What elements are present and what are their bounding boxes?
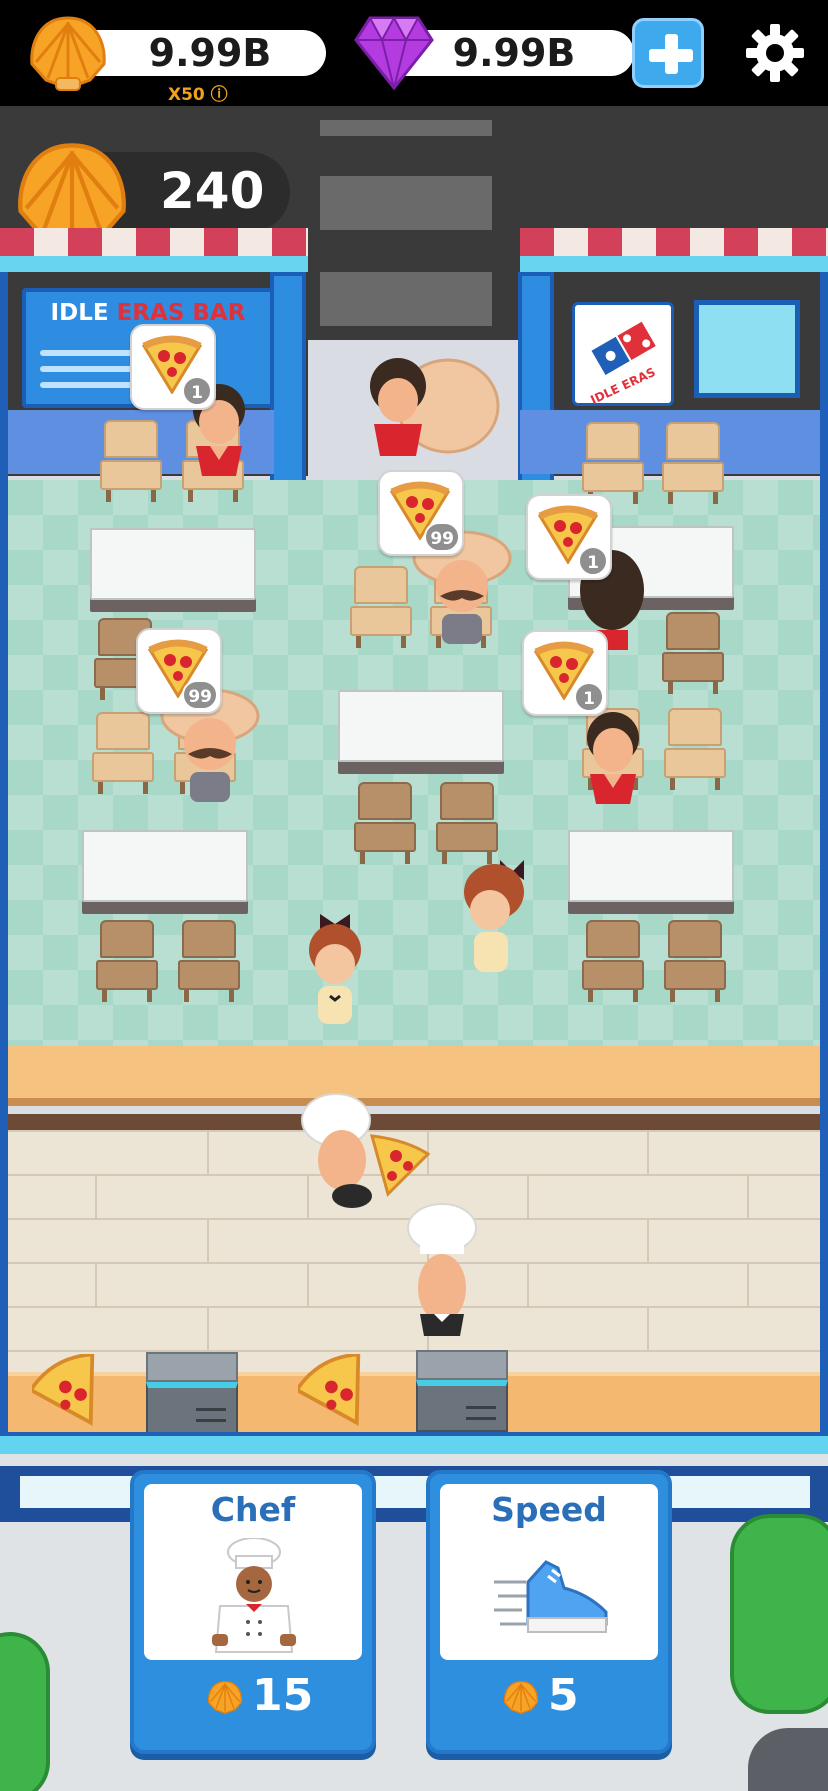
- wall: [820, 272, 828, 482]
- shell-icon: [503, 1680, 539, 1715]
- chair: [582, 920, 644, 1002]
- add-gems-button[interactable]: [632, 18, 704, 88]
- card-title: Chef: [210, 1490, 296, 1529]
- awning-right: [520, 228, 828, 256]
- gear-icon[interactable]: [744, 22, 806, 84]
- order-count: 1: [574, 682, 604, 712]
- chair: [436, 782, 498, 864]
- cost-row: 15: [134, 1670, 372, 1726]
- sign-title-part1: IDLE: [50, 300, 109, 326]
- speed-upgrade-button[interactable]: Speed 5: [426, 1470, 672, 1754]
- pillar: [270, 272, 306, 488]
- chair: [582, 422, 644, 504]
- card-title: Speed: [491, 1490, 607, 1529]
- income-multiplier[interactable]: X50 ⓘ: [168, 80, 228, 105]
- chair: [662, 612, 724, 694]
- customer[interactable]: [360, 356, 500, 466]
- chef-upgrade-button[interactable]: Chef 15: [130, 1470, 376, 1754]
- crosswalk-stripe: [320, 120, 492, 136]
- order-count: 1: [578, 546, 608, 576]
- waitress[interactable]: [454, 852, 534, 982]
- crosswalk-stripe: [320, 176, 492, 230]
- dining-table[interactable]: [90, 528, 256, 600]
- pizza-oven[interactable]: [146, 1352, 238, 1434]
- crosswalk-stripe: [320, 272, 492, 326]
- top-currency-bar: 9.99B X50 ⓘ 9.99B: [0, 0, 828, 106]
- kitchen-base: [0, 1432, 828, 1454]
- bush: [0, 1632, 50, 1791]
- window: [694, 300, 800, 398]
- brand-logo: IDLE ERAS: [572, 302, 674, 407]
- order-count: 1: [182, 376, 212, 406]
- cost-row: 5: [430, 1670, 668, 1726]
- prep-counter: [8, 1372, 820, 1432]
- order-bubble[interactable]: 1: [130, 324, 216, 410]
- chair: [96, 920, 158, 1002]
- awning-left: [0, 228, 308, 256]
- waitress[interactable]: [300, 900, 370, 1030]
- bush: [730, 1514, 828, 1714]
- pizza-icon[interactable]: [32, 1354, 114, 1430]
- shell-icon: [207, 1680, 243, 1715]
- sign-title: IDLE ERAS BAR: [26, 300, 270, 326]
- customer[interactable]: [578, 708, 648, 808]
- wall: [0, 476, 8, 1436]
- dining-table[interactable]: [82, 830, 248, 902]
- pizza-icon[interactable]: [298, 1354, 380, 1430]
- gem-balance: 9.99B: [452, 31, 576, 75]
- shell-icon: [30, 16, 106, 91]
- chef[interactable]: [404, 1202, 480, 1342]
- order-count: 99: [182, 680, 218, 710]
- chair: [100, 420, 162, 502]
- awning-trim: [520, 256, 828, 272]
- upgrade-cost: 15: [252, 1670, 314, 1721]
- chair: [92, 712, 154, 794]
- order-bubble[interactable]: 99: [378, 470, 464, 556]
- chair: [354, 782, 416, 864]
- shoe-icon: [494, 1560, 608, 1633]
- upgrade-cost: 5: [548, 1670, 579, 1721]
- gem-icon: [354, 15, 434, 91]
- order-bubble[interactable]: 1: [522, 630, 608, 716]
- order-count: 99: [424, 522, 460, 552]
- chef-icon: [212, 1538, 296, 1653]
- sign-title-part2: ERAS BAR: [116, 300, 246, 326]
- chair: [664, 708, 726, 790]
- card-body: Chef: [144, 1484, 362, 1660]
- order-bubble[interactable]: 1: [526, 494, 612, 580]
- chair: [178, 920, 240, 1002]
- chair: [664, 920, 726, 1002]
- pizza-oven[interactable]: [416, 1350, 508, 1432]
- chef[interactable]: [296, 1090, 436, 1220]
- card-body: Speed: [440, 1484, 658, 1660]
- awning-trim: [0, 256, 308, 272]
- wall: [0, 272, 8, 482]
- tips-value: 240: [160, 162, 265, 220]
- order-bubble[interactable]: 99: [136, 628, 222, 714]
- chair: [350, 566, 412, 648]
- wall: [820, 476, 828, 1436]
- dining-table[interactable]: [568, 830, 734, 902]
- chair: [662, 422, 724, 504]
- shell-balance: 9.99B: [148, 31, 272, 75]
- dining-table[interactable]: [338, 690, 504, 762]
